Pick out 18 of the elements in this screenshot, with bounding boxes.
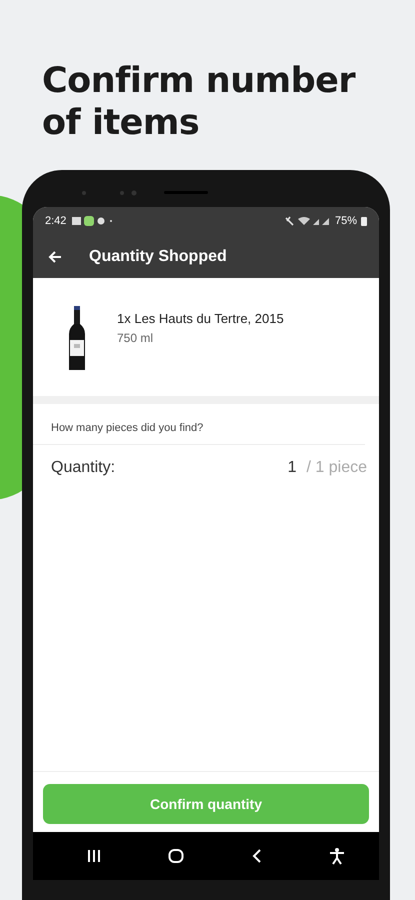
notification-icons: [70, 216, 114, 226]
product-size: 750 ml: [117, 331, 154, 345]
quantity-value[interactable]: 1: [288, 459, 297, 477]
product-name: 1x Les Hauts du Tertre, 2015: [117, 311, 284, 326]
status-time: 2:42: [45, 215, 66, 227]
quantity-total: / 1 piece: [306, 459, 367, 477]
signal-icons: [284, 216, 331, 226]
battery-level: 75%: [334, 215, 357, 227]
back-icon[interactable]: [47, 248, 63, 264]
back-icon[interactable]: [252, 848, 262, 864]
battery-icon: [361, 216, 367, 226]
headline: Confirm number of items: [42, 60, 356, 144]
quantity-label: Quantity:: [51, 459, 116, 477]
question-text: How many pieces did you find?: [33, 404, 365, 445]
screen-title: Quantity Shopped: [89, 248, 227, 266]
recent-apps-icon[interactable]: [86, 849, 101, 863]
home-icon[interactable]: [168, 848, 184, 864]
accessibility-icon[interactable]: [329, 847, 346, 865]
